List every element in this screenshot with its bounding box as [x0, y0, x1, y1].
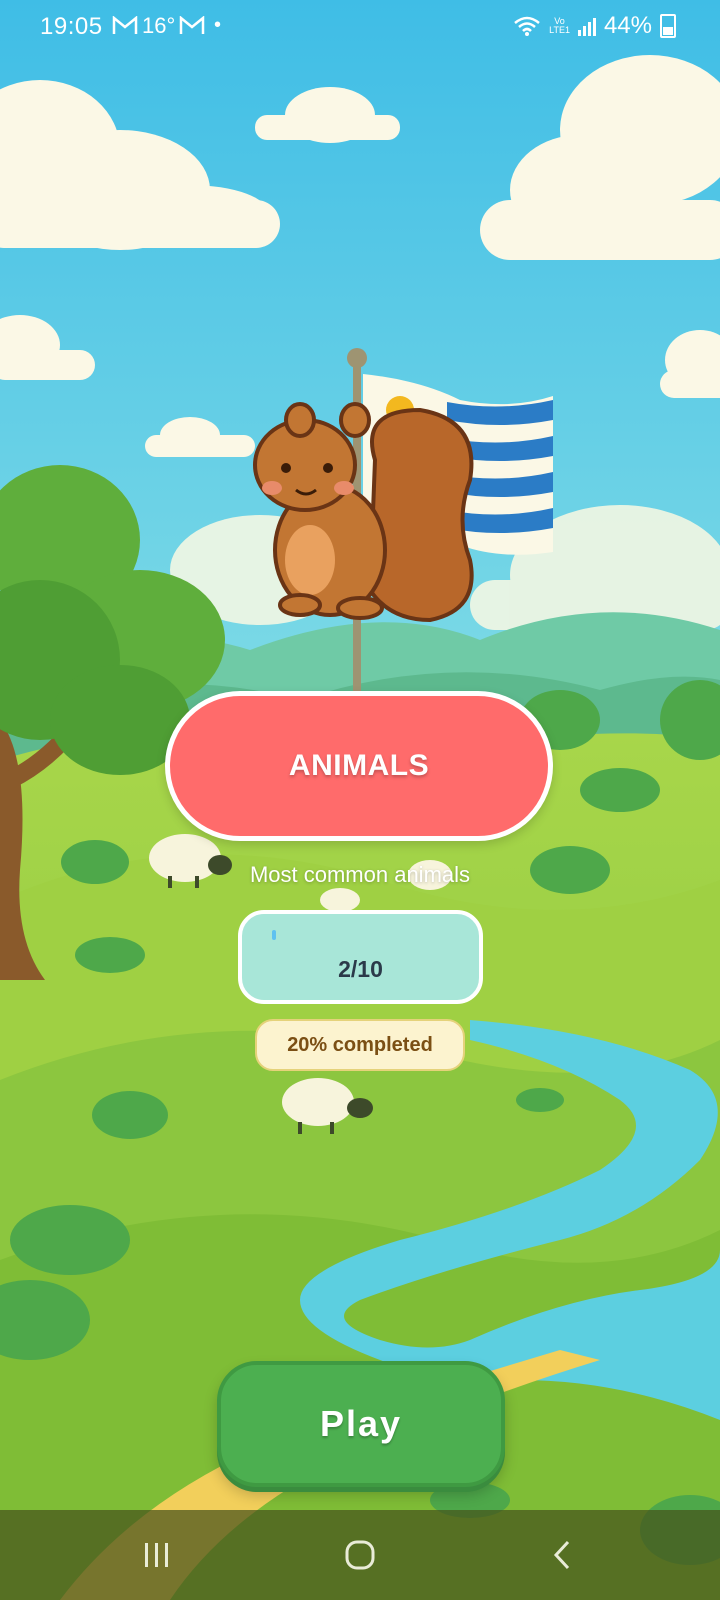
category-title: ANIMALS [288, 749, 430, 782]
play-button[interactable]: Play [217, 1361, 505, 1487]
signal-icon [577, 16, 596, 36]
home-icon [345, 1540, 375, 1570]
temperature-text: 16° [142, 13, 176, 38]
recent-apps-icon [145, 1543, 168, 1567]
progress-bar-fill [272, 930, 276, 940]
progress-bar [272, 930, 453, 940]
status-time: 19:05 [40, 13, 103, 40]
category-button[interactable]: ANIMALS [165, 691, 553, 841]
battery-icon [660, 14, 676, 38]
status-right: Vo LTE1 44% [513, 12, 676, 40]
wifi-icon [514, 16, 540, 36]
navigation-bar [0, 1510, 720, 1600]
progress-card: 2/10 [238, 910, 483, 1004]
battery-percent: 44% [603, 12, 652, 39]
completed-badge: 20% completed [255, 1019, 465, 1071]
notification-dot: • [214, 14, 222, 36]
status-bar: 19:05 16° • Vo LTE1 44% [0, 0, 720, 54]
recent-apps-button[interactable] [97, 1510, 217, 1600]
notification-icons: 16° [112, 13, 205, 39]
play-label: Play [319, 1403, 403, 1444]
volte-icon: Vo LTE1 [549, 16, 570, 35]
home-button[interactable] [300, 1510, 420, 1600]
gmail-icon [180, 16, 205, 34]
gmail-icon [112, 16, 138, 34]
progress-count: 2/10 [338, 956, 383, 982]
back-icon [553, 1540, 570, 1570]
back-button[interactable] [502, 1510, 622, 1600]
category-subtitle: Most common animals [249, 862, 471, 887]
